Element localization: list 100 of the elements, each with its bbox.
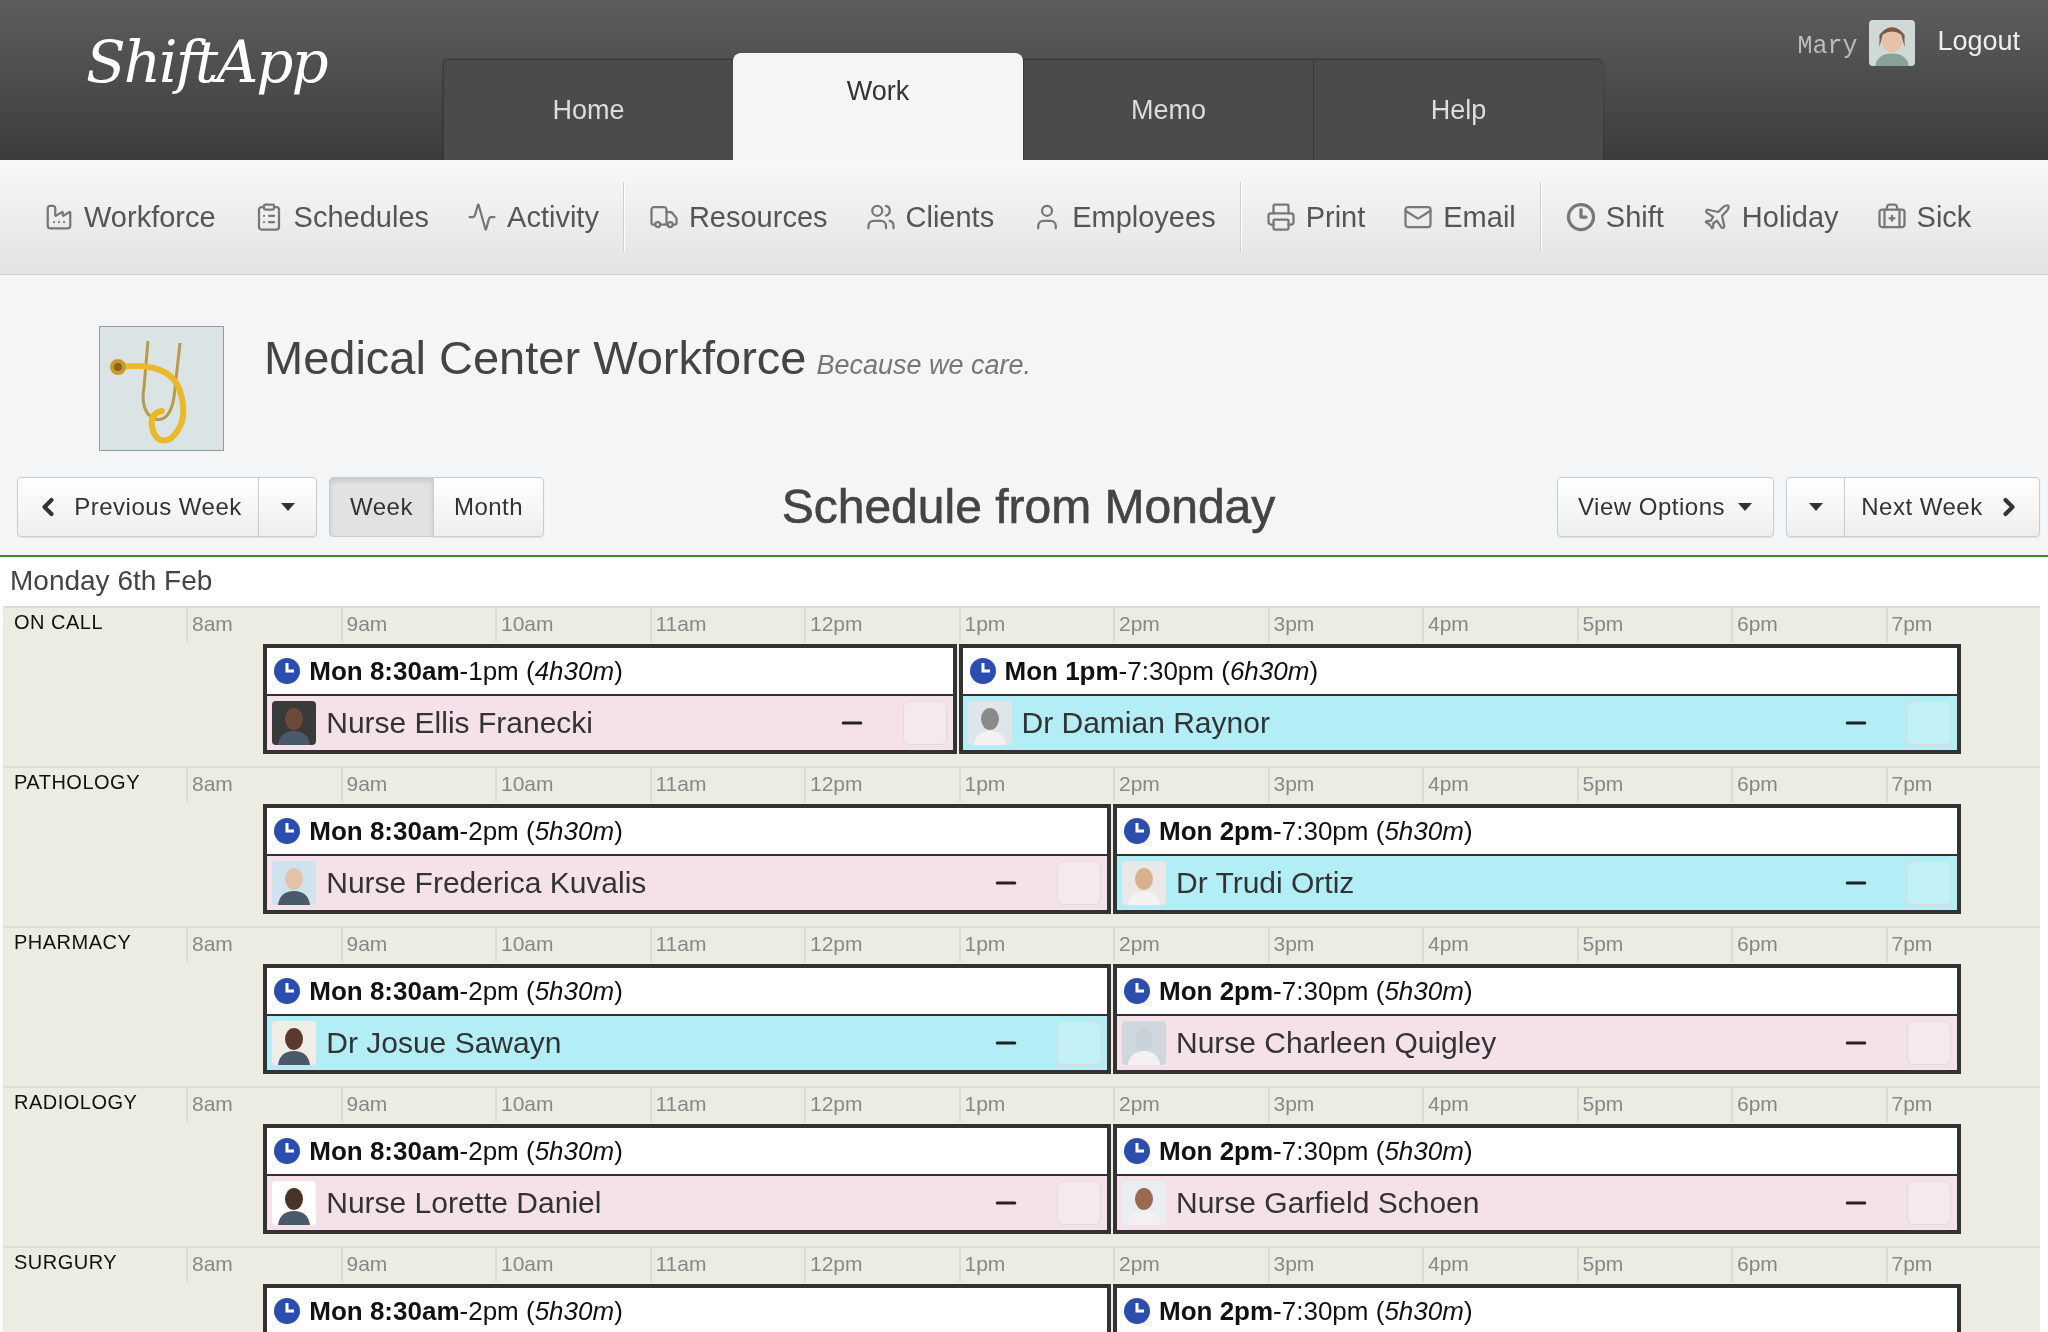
hour-label: 3pm — [1273, 1092, 1315, 1115]
hour-label: 5pm — [1582, 1092, 1624, 1115]
section-label: ON CALL — [14, 611, 104, 633]
previous-week-button[interactable]: Previous Week — [17, 476, 259, 537]
hour-label: 8am — [192, 772, 233, 795]
hour-label: 10am — [501, 612, 554, 635]
shift-card[interactable]: Mon 2pm-7:30pm (5h30m) Nurse Garfield Schoen — [1113, 1124, 1961, 1234]
employee-name: Nurse Lorette Daniel — [326, 1186, 603, 1220]
toolbar-button[interactable]: Shift — [1557, 194, 1672, 240]
shift-card[interactable]: Mon 8:30am-2pm (5h30m) — [263, 1284, 1111, 1332]
view-toggle[interactable]: Month — [432, 476, 545, 537]
shift-time: Mon 8:30am-1pm (4h30m) — [309, 655, 623, 687]
shift-time: Mon 2pm-7:30pm (5h30m) — [1159, 975, 1473, 1007]
hour-label: 2pm — [1119, 1092, 1160, 1115]
shift-card[interactable]: Mon 2pm-7:30pm (5h30m) Nurse Charleen Quigley — [1113, 964, 1961, 1074]
hour-label: 1pm — [964, 612, 1006, 635]
section-label: PATHOLOGY — [14, 771, 140, 793]
hour-label: 5pm — [1582, 772, 1624, 795]
hour-label: 8am — [192, 1252, 233, 1275]
app-logo: ShiftApp — [86, 28, 327, 96]
hour-label: 6pm — [1737, 772, 1778, 795]
hour-label: 1pm — [964, 1092, 1006, 1115]
hour-label: 8am — [192, 1092, 233, 1115]
hour-label: 3pm — [1273, 612, 1315, 635]
hour-label: 6pm — [1737, 1092, 1778, 1115]
schedule-heading: Schedule from Monday — [781, 479, 1276, 534]
hour-label: 7pm — [1891, 1252, 1933, 1275]
toolbar-button[interactable]: Resources — [640, 194, 836, 240]
user-name: Mary — [1797, 32, 1858, 61]
employee-name: Nurse Frederica Kuvalis — [326, 866, 648, 900]
hour-label: 4pm — [1428, 932, 1469, 955]
toolbar-button[interactable]: Activity — [459, 194, 607, 240]
logout-link[interactable]: Logout — [1937, 26, 2020, 57]
shift-time: Mon 8:30am-2pm (5h30m) — [309, 1135, 623, 1167]
hour-label: 11am — [655, 1092, 707, 1115]
hour-label: 12pm — [810, 1092, 863, 1115]
hour-label: 4pm — [1428, 1252, 1469, 1275]
shift-card[interactable]: Mon 8:30am-2pm (5h30m) Dr Josue Sawayn — [263, 964, 1111, 1074]
shift-time: Mon 8:30am-2pm (5h30m) — [309, 1295, 623, 1327]
tagline: Because we care. — [816, 350, 1032, 381]
hour-label: 2pm — [1119, 932, 1160, 955]
toolbar-button[interactable]: Sick — [1868, 194, 1980, 240]
hour-label: 1pm — [964, 932, 1006, 955]
toolbar-button[interactable]: Employees — [1024, 194, 1224, 240]
shift-time: Mon 2pm-7:30pm (5h30m) — [1159, 1295, 1473, 1327]
toolbar-button[interactable]: Workforce — [36, 194, 224, 240]
shift-time: Mon 2pm-7:30pm (5h30m) — [1159, 815, 1473, 847]
hour-label: 5pm — [1582, 612, 1624, 635]
hour-label: 11am — [655, 772, 707, 795]
next-week-button[interactable]: Next Week — [1844, 476, 2040, 537]
organization-title: Medical Center Workforce — [264, 330, 807, 385]
hour-label: 4pm — [1428, 772, 1469, 795]
toolbar-button[interactable]: Print — [1257, 194, 1374, 240]
nav-tab[interactable]: Work — [733, 53, 1023, 160]
toolbar-button[interactable]: Holiday — [1693, 194, 1847, 240]
toolbar-button[interactable]: Clients — [857, 194, 1003, 240]
date-label: Monday 6th Feb — [10, 565, 213, 596]
section-label: SURGURY — [14, 1251, 118, 1273]
hour-label: 2pm — [1119, 1252, 1160, 1275]
hour-label: 10am — [501, 772, 554, 795]
hour-label: 1pm — [964, 1252, 1006, 1275]
hour-label: 6pm — [1737, 612, 1778, 635]
hour-label: 7pm — [1891, 612, 1933, 635]
employee-name: Dr Josue Sawayn — [326, 1026, 563, 1060]
view-options-button[interactable]: View Options — [1557, 476, 1774, 537]
hour-label: 12pm — [810, 932, 863, 955]
employee-name: Dr Trudi Ortiz — [1176, 866, 1356, 900]
shift-time: Mon 8:30am-2pm (5h30m) — [309, 815, 623, 847]
hour-label: 6pm — [1737, 932, 1778, 955]
view-toggle[interactable]: Week — [329, 476, 434, 537]
hour-label: 12pm — [810, 772, 863, 795]
hour-label: 9am — [346, 1252, 388, 1275]
shift-card[interactable]: Mon 2pm-7:30pm (5h30m) — [1113, 1284, 1961, 1332]
shift-card[interactable]: Mon 2pm-7:30pm (5h30m) Dr Trudi Ortiz — [1113, 804, 1961, 914]
shift-card[interactable]: Mon 8:30am-1pm (4h30m) Nurse Ellis Franecki — [263, 644, 957, 754]
hour-label: 9am — [346, 772, 388, 795]
shift-card[interactable]: Mon 1pm-7:30pm (6h30m) Dr Damian Raynor — [958, 644, 1961, 754]
shift-card[interactable]: Mon 8:30am-2pm (5h30m) Nurse Frederica Kuvalis — [263, 804, 1111, 914]
hour-label: 3pm — [1273, 1252, 1315, 1275]
toolbar-button[interactable]: Email — [1395, 194, 1524, 240]
hour-label: 10am — [501, 932, 554, 955]
toolbar-button[interactable]: Schedules — [245, 194, 438, 240]
section-label: RADIOLOGY — [14, 1091, 138, 1113]
hour-label: 9am — [346, 612, 388, 635]
hour-label: 10am — [501, 1092, 554, 1115]
hour-label: 2pm — [1119, 612, 1160, 635]
hour-label: 12pm — [810, 1252, 863, 1275]
shift-time: Mon 2pm-7:30pm (5h30m) — [1159, 1135, 1473, 1167]
section-label: PHARMACY — [14, 931, 132, 953]
hour-label: 5pm — [1582, 932, 1624, 955]
employee-name: Nurse Garfield Schoen — [1176, 1186, 1481, 1220]
hour-label: 2pm — [1119, 772, 1160, 795]
shift-time: Mon 8:30am-2pm (5h30m) — [309, 975, 623, 1007]
hour-label: 6pm — [1737, 1252, 1778, 1275]
hour-label: 8am — [192, 612, 233, 635]
shift-card[interactable]: Mon 8:30am-2pm (5h30m) Nurse Lorette Daniel — [263, 1124, 1111, 1234]
hour-label: 4pm — [1428, 612, 1469, 635]
hour-label: 3pm — [1273, 772, 1315, 795]
hour-label: 9am — [346, 932, 388, 955]
employee-name: Nurse Ellis Franecki — [326, 706, 594, 740]
